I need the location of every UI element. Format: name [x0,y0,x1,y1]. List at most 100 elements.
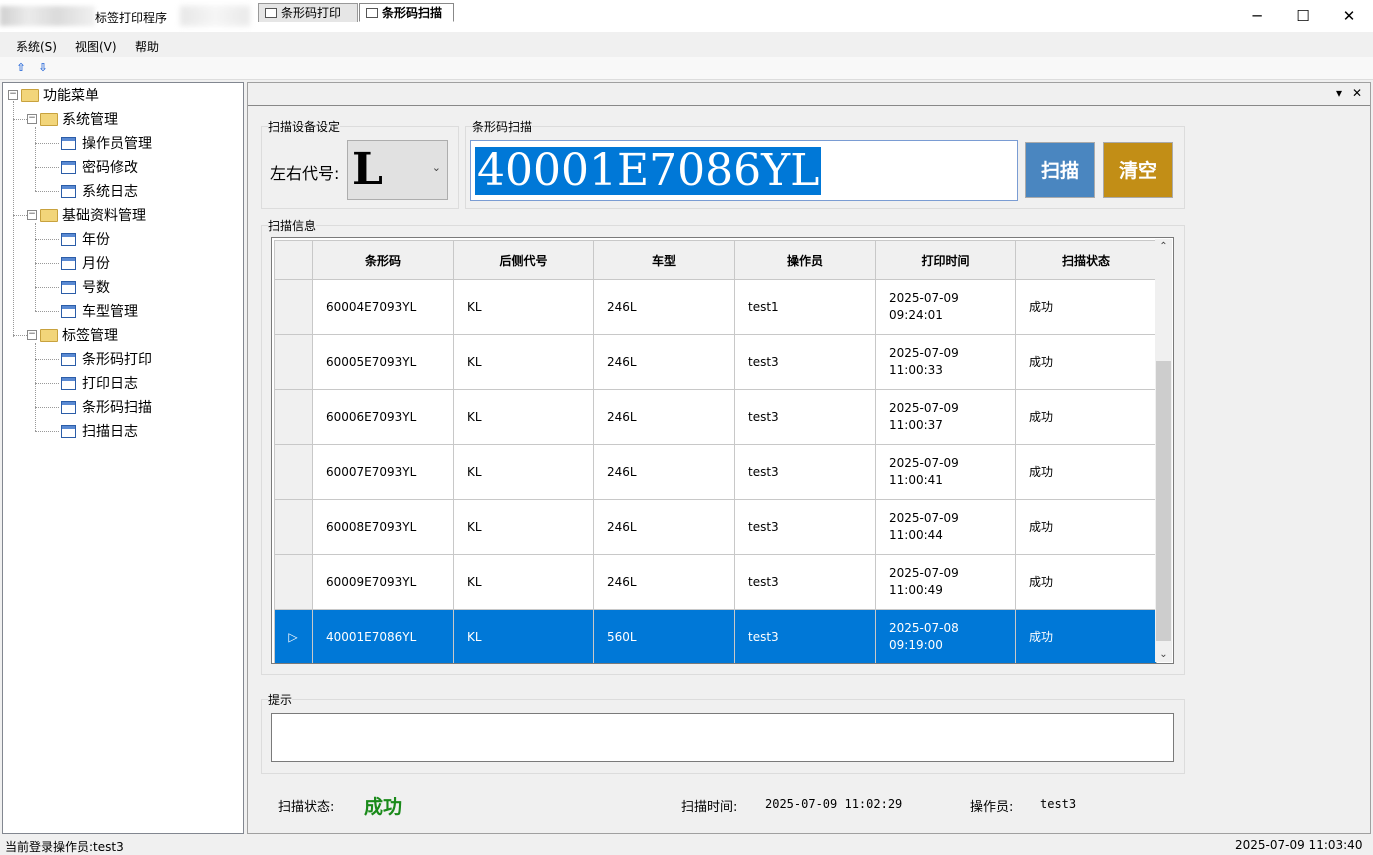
barcode-input[interactable]: 40001E7086YL [470,140,1018,201]
cell-model[interactable]: 246L [593,334,735,390]
tree-group-system[interactable]: − 系统管理 [27,109,118,131]
cell-code[interactable]: KL [453,554,594,610]
column-header[interactable]: 操作员 [734,240,876,280]
cell-print-time[interactable]: 2025-07-09 11:00:41 [875,444,1016,500]
tree-item-scan-log[interactable]: 扫描日志 [61,421,138,443]
cell-status[interactable]: 成功 [1015,444,1157,500]
collapse-icon[interactable]: − [27,114,37,124]
cell-print-time[interactable]: 2025-07-08 09:19:00 [875,609,1016,663]
cell-status[interactable]: 成功 [1015,499,1157,555]
cell-operator[interactable]: test3 [734,389,876,445]
cell-print-time[interactable]: 2025-07-09 11:00:33 [875,334,1016,390]
close-tab-icon[interactable]: ✕ [1352,86,1362,100]
tree-item-month[interactable]: 月份 [61,253,110,275]
menu-system[interactable]: 系统(S) [16,38,57,55]
maximize-button[interactable]: ☐ [1280,0,1326,32]
close-button[interactable]: ✕ [1326,0,1372,32]
cell-barcode[interactable]: 60004E7093YL [312,279,454,335]
table-row[interactable]: 60004E7093YL KL 246L test1 2025-07-09 09:… [274,279,1157,335]
cell-barcode[interactable]: 60005E7093YL [312,334,454,390]
tree-item-number[interactable]: 号数 [61,277,110,299]
side-code-combobox[interactable]: L ⌄ [347,140,448,200]
cell-status[interactable]: 成功 [1015,609,1157,663]
tree-item-print-log[interactable]: 打印日志 [61,373,138,395]
row-header[interactable] [274,444,313,500]
cell-operator[interactable]: test3 [734,609,876,663]
cell-barcode[interactable]: 40001E7086YL [312,609,454,663]
cell-operator[interactable]: test3 [734,334,876,390]
cell-operator[interactable]: test3 [734,499,876,555]
cell-model[interactable]: 246L [593,499,735,555]
tree-root[interactable]: − 功能菜单 [8,85,99,107]
tree-group-basic-data[interactable]: − 基础资料管理 [27,205,146,227]
tree-group-label-management[interactable]: − 标签管理 [27,325,118,347]
menu-help[interactable]: 帮助 [135,38,159,55]
tree-item-year[interactable]: 年份 [61,229,110,251]
cell-print-time[interactable]: 2025-07-09 09:24:01 [875,279,1016,335]
tree-item-barcode-scan[interactable]: 条形码扫描 [61,397,152,419]
cell-model[interactable]: 560L [593,609,735,663]
tab-list-dropdown-icon[interactable]: ▾ [1336,86,1342,100]
cell-status[interactable]: 成功 [1015,334,1157,390]
table-row[interactable]: 60007E7093YL KL 246L test3 2025-07-09 11:… [274,444,1157,500]
row-header[interactable] [274,279,313,335]
cell-model[interactable]: 246L [593,444,735,500]
tab-barcode-print[interactable]: 条形码打印 [258,3,358,22]
cell-model[interactable]: 246L [593,554,735,610]
cell-operator[interactable]: test1 [734,279,876,335]
cell-barcode[interactable]: 60009E7093YL [312,554,454,610]
cell-code[interactable]: KL [453,279,594,335]
cell-model[interactable]: 246L [593,389,735,445]
cell-code[interactable]: KL [453,334,594,390]
collapse-icon[interactable]: − [27,210,37,220]
tab-barcode-scan[interactable]: 条形码扫描 [359,3,454,22]
collapse-icon[interactable]: − [27,330,37,340]
row-header[interactable] [274,499,313,555]
cell-status[interactable]: 成功 [1015,389,1157,445]
cell-barcode[interactable]: 60007E7093YL [312,444,454,500]
column-header[interactable]: 车型 [593,240,735,280]
scrollbar-thumb[interactable] [1156,361,1171,641]
tree-item-operator-management[interactable]: 操作员管理 [61,133,152,155]
tree-item-model-management[interactable]: 车型管理 [61,301,138,323]
cell-status[interactable]: 成功 [1015,554,1157,610]
cell-code[interactable]: KL [453,499,594,555]
table-row-selected[interactable]: ▷ 40001E7086YL KL 560L test3 2025-07-08 0… [274,609,1157,663]
tree-item-password-change[interactable]: 密码修改 [61,157,138,179]
table-row[interactable]: 60005E7093YL KL 246L test3 2025-07-09 11:… [274,334,1157,390]
row-header[interactable] [274,389,313,445]
table-row[interactable]: 60006E7093YL KL 246L test3 2025-07-09 11:… [274,389,1157,445]
arrow-up-icon[interactable]: ⇧ [14,61,28,75]
cell-print-time[interactable]: 2025-07-09 11:00:49 [875,554,1016,610]
table-row[interactable]: 60009E7093YL KL 246L test3 2025-07-09 11:… [274,554,1157,610]
cell-barcode[interactable]: 60008E7093YL [312,499,454,555]
column-header[interactable]: 扫描状态 [1015,240,1157,280]
scroll-up-icon[interactable]: ⌃ [1155,241,1172,252]
scan-button[interactable]: 扫描 [1025,142,1095,198]
column-header[interactable]: 后侧代号 [453,240,594,280]
scroll-down-icon[interactable]: ⌄ [1155,649,1172,660]
cell-code[interactable]: KL [453,609,594,663]
row-header[interactable] [274,334,313,390]
tree-item-barcode-print[interactable]: 条形码打印 [61,349,152,371]
cell-code[interactable]: KL [453,389,594,445]
cell-code[interactable]: KL [453,444,594,500]
scan-records-grid[interactable]: 条形码 后侧代号 车型 操作员 打印时间 扫描状态 60004E7093YL K… [271,237,1174,664]
cell-operator[interactable]: test3 [734,554,876,610]
table-row[interactable]: 60008E7093YL KL 246L test3 2025-07-09 11:… [274,499,1157,555]
minimize-button[interactable]: ─ [1234,0,1280,32]
row-header[interactable] [274,554,313,610]
menu-view[interactable]: 视图(V) [75,38,117,55]
function-menu-tree[interactable]: − 功能菜单 − 系统管理 操作员管理 密码修改 系统日志 − 基础资料管理 年份 月… [2,82,244,834]
tree-item-system-log[interactable]: 系统日志 [61,181,138,203]
clear-button[interactable]: 清空 [1103,142,1173,198]
hint-textbox[interactable] [271,713,1174,762]
row-header[interactable]: ▷ [274,609,313,663]
column-header[interactable]: 条形码 [312,240,454,280]
collapse-icon[interactable]: − [8,90,18,100]
cell-print-time[interactable]: 2025-07-09 11:00:44 [875,499,1016,555]
grid-vertical-scrollbar[interactable]: ⌃ ⌄ [1155,239,1172,662]
column-header[interactable]: 打印时间 [875,240,1016,280]
cell-status[interactable]: 成功 [1015,279,1157,335]
cell-barcode[interactable]: 60006E7093YL [312,389,454,445]
